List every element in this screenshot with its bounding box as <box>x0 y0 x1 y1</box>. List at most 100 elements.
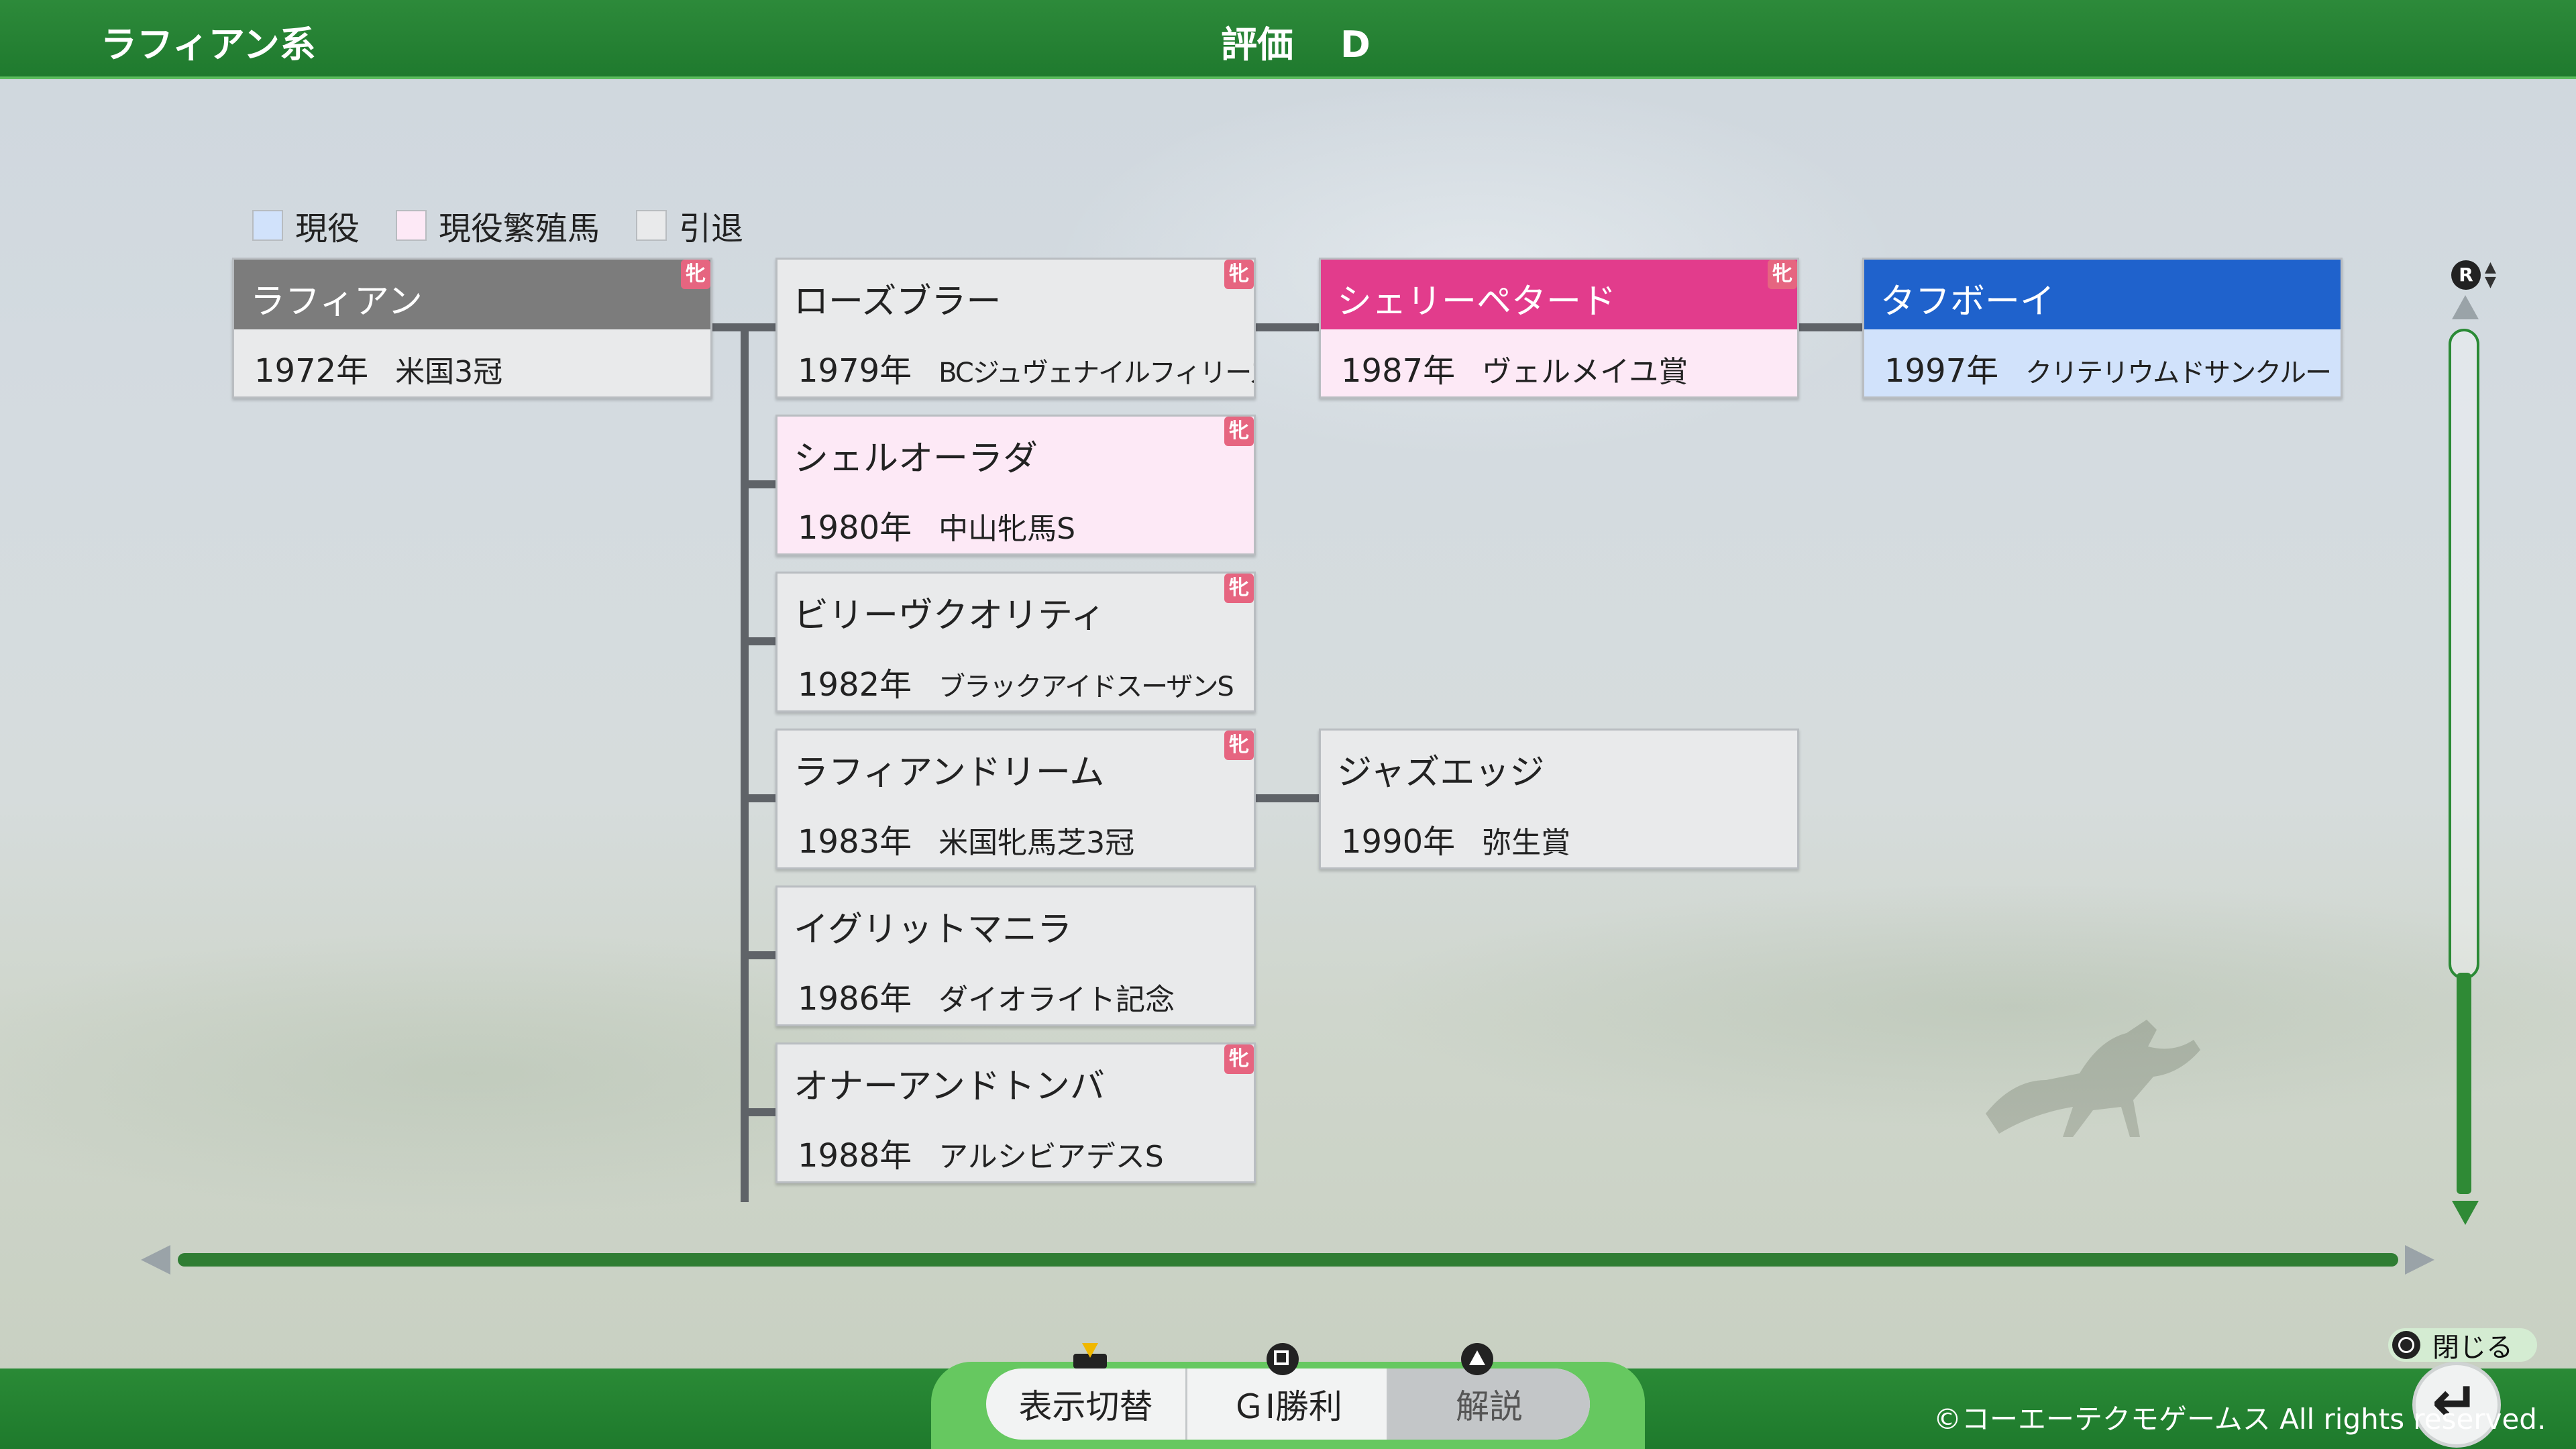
horse-card-root[interactable]: ラフィアン 1972年 米国3冠 牝 <box>232 258 712 398</box>
vertical-scrollbar-track[interactable] <box>2449 329 2479 979</box>
horse-year: 1983年 <box>798 823 912 861</box>
legend-swatch-retired <box>636 210 667 241</box>
r-button-icon[interactable]: R <box>2451 260 2481 290</box>
horse-name: シェリーペタード <box>1321 260 1797 329</box>
horse-race: ダイオライト記念 <box>938 983 1175 1017</box>
horse-year: 1980年 <box>798 509 912 547</box>
tree-line <box>741 1108 775 1116</box>
legend-label-active: 現役 <box>295 210 360 248</box>
horse-card-c4[interactable]: ラフィアンドリーム 1983年 米国牝馬芝3冠 牝 <box>775 729 1256 869</box>
legend-swatch-breeding <box>396 210 427 241</box>
legend-item-active: 現役 <box>252 202 360 249</box>
horse-name: ジャズエッジ <box>1337 753 1545 793</box>
horse-card-g1[interactable]: シェリーペタード 1987年 ヴェルメイユ賞 牝 <box>1319 258 1799 398</box>
copyright: ©コーエーテクモゲームス All rights reserved. <box>1933 1403 2546 1436</box>
horizontal-scrollbar[interactable] <box>178 1253 2398 1267</box>
scroll-right-arrow-icon[interactable] <box>2405 1245 2434 1275</box>
horse-name: タフボーイ <box>1864 260 2341 329</box>
vertical-scrollbar-thumb[interactable] <box>2457 973 2471 1194</box>
legend-label-breeding: 現役繁殖馬 <box>439 210 600 248</box>
tree-line-trunk <box>741 323 749 1202</box>
horse-race: 米国3冠 <box>395 355 503 389</box>
horse-name: ラフィアンドリーム <box>794 753 1105 793</box>
horse-year: 1997年 <box>1884 352 1999 390</box>
horse-card-c3[interactable]: ビリーヴクオリティ 1982年 ブラックアイドスーザンS 牝 <box>775 572 1256 712</box>
scroll-down-arrow-icon[interactable] <box>2452 1201 2479 1225</box>
horse-card-g2[interactable]: ジャズエッジ 1990年 弥生賞 <box>1319 729 1799 869</box>
horse-card-c6[interactable]: オナーアンドトンバ 1988年 アルシビアデスS 牝 <box>775 1042 1256 1183</box>
updown-arrows-icon: ▲ ▼ <box>2485 259 2496 290</box>
horse-name: ビリーヴクオリティ <box>794 596 1106 636</box>
legend-item-breeding: 現役繁殖馬 <box>396 202 600 249</box>
tree-line <box>741 951 775 959</box>
horse-info: 1980年 中山牝馬S <box>777 486 1254 555</box>
tree-line <box>741 480 775 488</box>
horse-race: アルシビアデスS <box>938 1140 1164 1174</box>
legend-item-retired: 引退 <box>636 202 743 249</box>
horse-year: 1986年 <box>798 980 912 1018</box>
horse-race: 中山牝馬S <box>938 512 1076 546</box>
toggle-display-button[interactable]: 表示切替 <box>986 1368 1187 1440</box>
horse-card-c5[interactable]: イグリットマニラ 1986年 ダイオライト記念 <box>775 885 1256 1026</box>
mare-badge-icon: 牝 <box>681 260 710 289</box>
eval-grade: D <box>1340 23 1371 66</box>
horse-info: 1983年 米国牝馬芝3冠 <box>777 800 1254 869</box>
mare-badge-icon: 牝 <box>1224 731 1254 760</box>
horse-card-c2[interactable]: シェルオーラダ 1980年 中山牝馬S 牝 <box>775 415 1256 555</box>
eval-label: 評価 <box>1221 23 1293 66</box>
legend: 現役 現役繁殖馬 引退 <box>252 202 780 249</box>
triangle-button-icon <box>1461 1343 1493 1375</box>
mare-badge-icon: 牝 <box>1224 1044 1254 1074</box>
mare-badge-icon: 牝 <box>1768 260 1797 289</box>
mare-badge-icon: 牝 <box>1224 574 1254 603</box>
horse-year: 1988年 <box>798 1137 912 1175</box>
horse-card-c1[interactable]: ローズブラー 1979年 BCジュヴェナイルフィリーズ 牝 <box>775 258 1256 398</box>
scroll-left-arrow-icon[interactable] <box>141 1245 170 1275</box>
horse-info: 1987年 ヴェルメイユ賞 <box>1321 329 1797 398</box>
horse-name: オナーアンドトンバ <box>794 1067 1105 1107</box>
top-bar: ラフィアン系 評価 D <box>0 0 2576 79</box>
square-button-icon <box>1267 1343 1299 1375</box>
explanation-button[interactable]: 解説 <box>1389 1368 1590 1440</box>
lineage-title: ラフィアン系 <box>101 23 316 66</box>
circle-button-icon <box>2392 1331 2420 1359</box>
horse-race: ヴェルメイユ賞 <box>1482 355 1688 389</box>
horse-race: ブラックアイドスーザンS <box>938 672 1234 702</box>
legend-swatch-active <box>252 210 283 241</box>
g1-wins-button[interactable]: ＧⅠ勝利 <box>1187 1368 1389 1440</box>
horse-year: 1990年 <box>1341 823 1456 861</box>
horse-name: ラフィアン <box>234 260 710 329</box>
horse-info: 1988年 アルシビアデスS <box>777 1114 1254 1183</box>
tree-line <box>741 794 775 802</box>
horse-info: 1997年 クリテリウムドサンクルー <box>1864 329 2341 398</box>
horse-card-gg1[interactable]: タフボーイ 1997年 クリテリウムドサンクルー <box>1862 258 2343 398</box>
tree-line <box>711 323 745 331</box>
horse-year: 1982年 <box>798 666 912 704</box>
horse-year: 1979年 <box>798 352 912 390</box>
horse-name: ローズブラー <box>794 282 1002 322</box>
horse-info: 1986年 ダイオライト記念 <box>777 957 1254 1026</box>
racehorse-silhouette-icon <box>1986 1020 2200 1137</box>
horse-info: 1979年 BCジュヴェナイルフィリーズ <box>777 329 1254 398</box>
horse-race: クリテリウムドサンクルー <box>2025 358 2332 388</box>
horse-race: 米国牝馬芝3冠 <box>938 826 1135 860</box>
horse-year: 1972年 <box>254 352 369 390</box>
mare-badge-icon: 牝 <box>1224 260 1254 289</box>
tree-line <box>1798 323 1862 331</box>
horse-info: 1982年 ブラックアイドスーザンS <box>777 643 1254 712</box>
scroll-up-arrow-icon[interactable] <box>2452 295 2479 319</box>
horse-name: イグリットマニラ <box>794 910 1072 950</box>
control-buttons: 表示切替 ＧⅠ勝利 解説 <box>986 1368 1590 1440</box>
dpad-down-icon <box>1073 1343 1107 1375</box>
horse-year: 1987年 <box>1341 352 1456 390</box>
horse-name: シェルオーラダ <box>794 439 1038 479</box>
tree-line <box>1254 794 1319 802</box>
tree-line <box>741 637 775 645</box>
horse-info: 1972年 米国3冠 <box>234 329 710 398</box>
horse-race: BCジュヴェナイルフィリーズ <box>938 358 1254 388</box>
horse-race: 弥生賞 <box>1482 826 1571 860</box>
horse-info: 1990年 弥生賞 <box>1321 800 1797 869</box>
mare-badge-icon: 牝 <box>1224 417 1254 446</box>
evaluation: 評価 D <box>1221 15 1371 68</box>
tree-line <box>1254 323 1319 331</box>
